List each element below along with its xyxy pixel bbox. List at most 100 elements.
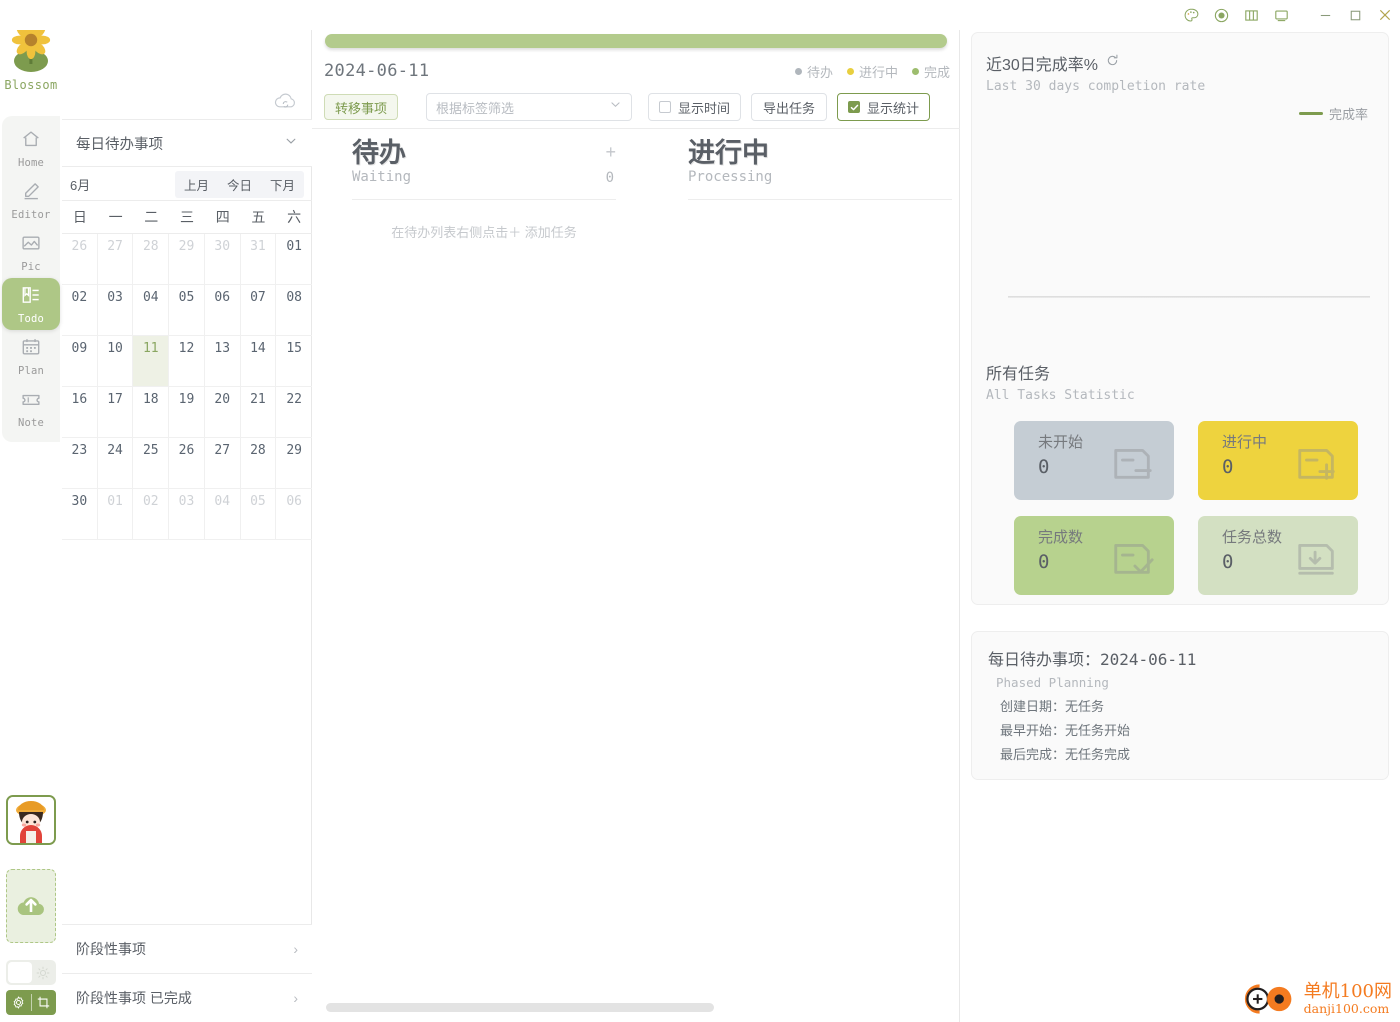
calendar-day[interactable]: 02	[133, 489, 170, 540]
calendar-day[interactable]: 29	[169, 234, 205, 285]
upload-button[interactable]	[6, 869, 56, 943]
phase-list: 阶段性事项 › 阶段性事项 已完成 ›	[62, 924, 312, 1022]
calendar-day[interactable]: 30	[62, 489, 98, 540]
sidebar-item-note[interactable]: Note	[2, 382, 60, 434]
sidebar-item-editor[interactable]: Editor	[2, 174, 60, 226]
show-stats-checkbox[interactable]: 显示统计	[837, 93, 931, 121]
scrollbar-thumb[interactable]	[326, 1003, 714, 1012]
sidebar-item-pic[interactable]: Pic	[2, 226, 60, 278]
avatar[interactable]	[6, 795, 56, 845]
calendar-day[interactable]: 19	[169, 387, 205, 438]
chevron-right-icon: ›	[293, 990, 298, 1006]
day-progress-bar	[325, 34, 947, 48]
calendar-day[interactable]: 06	[204, 285, 241, 336]
calendar-day[interactable]: 02	[62, 285, 98, 336]
daily-info-card: 每日待办事项：2024-06-11 Phased Planning 创建日期：无…	[971, 631, 1389, 780]
calendar-day[interactable]: 04	[133, 285, 170, 336]
refresh-icon[interactable]	[1105, 53, 1120, 73]
calendar-day[interactable]: 04	[204, 489, 241, 540]
stat-card-completed[interactable]: 完成数 0	[1014, 516, 1174, 595]
column-waiting: 待办 Waiting + 0 在待办列表右侧点击＋ 添加任务	[352, 138, 616, 241]
calendar-day[interactable]: 27	[97, 234, 134, 285]
day-progress	[325, 34, 947, 48]
calendar-day[interactable]: 24	[97, 438, 134, 489]
calendar-day[interactable]: 22	[276, 387, 312, 438]
columns-icon[interactable]	[1236, 1, 1266, 29]
settings-button[interactable]	[6, 990, 31, 1015]
crop-button[interactable]	[32, 990, 57, 1015]
calendar-day[interactable]: 03	[97, 285, 134, 336]
tag-filter-select[interactable]: 根据标签筛选	[426, 93, 633, 121]
stat-card-in-progress[interactable]: 进行中 0	[1198, 421, 1358, 500]
phase-item-active[interactable]: 阶段性事项 ›	[62, 924, 312, 973]
calendar-day[interactable]: 27	[204, 438, 241, 489]
list-selector[interactable]: 每日待办事项	[62, 119, 312, 167]
add-task-button[interactable]: +	[605, 142, 616, 163]
calendar-day[interactable]: 01	[97, 489, 134, 540]
close-button[interactable]	[1370, 1, 1400, 29]
cloud-sync-icon[interactable]	[273, 90, 298, 117]
completion-rate-subtitle: Last 30 days completion rate	[986, 79, 1206, 94]
box-down-icon	[1292, 532, 1342, 583]
calendar-day[interactable]: 25	[133, 438, 170, 489]
export-tasks-button[interactable]: 导出任务	[751, 93, 828, 121]
stat-card-not-started[interactable]: 未开始 0	[1014, 421, 1174, 500]
calendar-day[interactable]: 18	[133, 387, 170, 438]
calendar-day[interactable]: 28	[240, 438, 277, 489]
column-header: 待办 Waiting + 0	[352, 138, 616, 200]
calendar-day[interactable]: 06	[276, 489, 312, 540]
brand-label: Blossom	[4, 78, 58, 92]
transfer-items-button[interactable]: 转移事项	[324, 94, 399, 120]
watermark: 单机100网 danji100.com	[1239, 980, 1392, 1018]
calendar: 6月 上月 今日 下月 日 一 二 三 四 五 六 26 27 28 29 30 31 01…	[62, 168, 312, 540]
maximize-button[interactable]	[1340, 1, 1370, 29]
calendar-day[interactable]: 20	[204, 387, 241, 438]
column-processing: 进行中 Processing	[688, 138, 952, 241]
nav-list: Home Editor Pic Todo Plan Note	[2, 116, 60, 442]
calendar-day[interactable]: 28	[133, 234, 170, 285]
calendar-day[interactable]: 16	[62, 387, 98, 438]
calendar-day[interactable]: 03	[169, 489, 205, 540]
home-icon	[20, 128, 42, 155]
calendar-day[interactable]: 08	[276, 285, 312, 336]
today-button[interactable]: 今日	[218, 171, 261, 198]
stat-card-total[interactable]: 任务总数 0	[1198, 516, 1358, 595]
horizontal-scrollbar[interactable]	[326, 1003, 952, 1012]
left-panel: 每日待办事项 6月 上月 今日 下月 日 一 二 三 四 五 六 26 27 2…	[62, 0, 312, 1022]
calendar-day[interactable]: 01	[276, 234, 312, 285]
crop-icon	[38, 996, 50, 1009]
calendar-day[interactable]: 05	[240, 489, 277, 540]
calendar-day[interactable]: 31	[240, 234, 277, 285]
watermark-en: danji100.com	[1303, 1000, 1390, 1016]
calendar-day[interactable]: 23	[62, 438, 98, 489]
calendar-day[interactable]: 12	[169, 336, 205, 387]
theme-toggle[interactable]	[6, 960, 56, 985]
calendar-day[interactable]: 10	[97, 336, 134, 387]
calendar-day[interactable]: 21	[240, 387, 277, 438]
sidebar-item-home[interactable]: Home	[2, 122, 60, 174]
calendar-day[interactable]: 07	[240, 285, 277, 336]
calendar-day[interactable]: 15	[276, 336, 312, 387]
record-icon[interactable]	[1206, 1, 1236, 29]
sidebar-item-todo[interactable]: Todo	[2, 278, 60, 330]
calendar-day[interactable]: 30	[204, 234, 241, 285]
minimize-button[interactable]	[1310, 1, 1340, 29]
calendar-day[interactable]: 17	[97, 387, 134, 438]
calendar-day[interactable]: 29	[276, 438, 312, 489]
chart-legend[interactable]: 完成率	[1298, 104, 1368, 123]
palette-icon[interactable]	[1176, 1, 1206, 29]
calendar-day[interactable]: 26	[62, 234, 98, 285]
phase-item-completed[interactable]: 阶段性事项 已完成 ›	[62, 973, 312, 1022]
calendar-day[interactable]: 09	[62, 336, 98, 387]
calendar-day[interactable]: 11	[133, 336, 170, 387]
prev-month-button[interactable]: 上月	[175, 171, 218, 198]
sidebar-item-plan[interactable]: Plan	[2, 330, 60, 382]
calendar-day[interactable]: 13	[204, 336, 241, 387]
next-month-button[interactable]: 下月	[261, 171, 304, 198]
chevron-down-icon	[609, 98, 622, 116]
calendar-day[interactable]: 05	[169, 285, 205, 336]
show-time-checkbox[interactable]: 显示时间	[648, 93, 742, 121]
calendar-day[interactable]: 26	[169, 438, 205, 489]
calendar-day[interactable]: 14	[240, 336, 277, 387]
screen-icon[interactable]	[1266, 1, 1296, 29]
